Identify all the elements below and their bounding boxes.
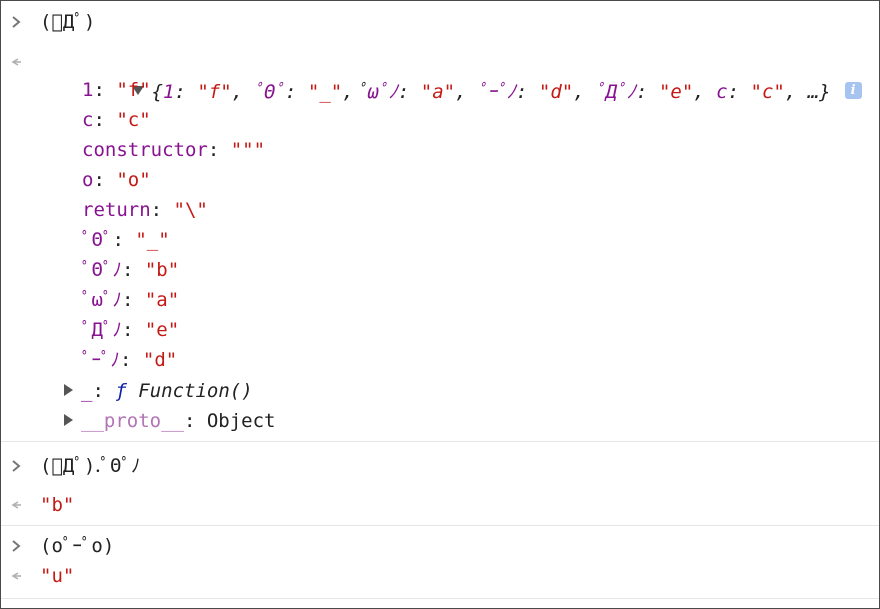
chevron-right-icon xyxy=(8,451,24,481)
return-arrow-icon xyxy=(8,490,24,520)
property-value: """ xyxy=(230,139,266,161)
output-value: "b" xyxy=(40,494,75,516)
expandable-property-row[interactable]: _: ƒ Function() xyxy=(1,376,879,406)
property-row: ﾟΘﾟ: "_" xyxy=(82,229,170,251)
console-entry: (oﾟｰﾟo) "u" xyxy=(1,526,879,599)
property-value: "b" xyxy=(144,259,180,281)
output-line: "b" xyxy=(1,490,879,520)
property-row: c: "c" xyxy=(82,109,151,131)
expandable-property-row[interactable]: __proto__: Object xyxy=(1,406,879,436)
property-value: "f" xyxy=(116,79,151,101)
expand-triangle-right-icon[interactable] xyxy=(64,383,73,396)
property-key: _ xyxy=(81,380,93,402)
input-line: (ﾟДﾟ).ﾟΘﾟﾉ xyxy=(1,451,879,481)
console-entry: (ﾟДﾟ) {1: "f", ﾟΘﾟ: "_", ﾟωﾟﾉ: "a", ﾟｰﾟﾉ… xyxy=(1,1,879,442)
property-row: ﾟΘﾟﾉ: "b" xyxy=(82,259,180,281)
property-row: return: "\" xyxy=(82,199,208,221)
proto-key: __proto__ xyxy=(81,410,184,432)
property-value: "c" xyxy=(116,109,151,131)
property-value: "a" xyxy=(144,289,180,311)
property-row: ﾟωﾟﾉ: "a" xyxy=(82,289,180,311)
return-arrow-icon xyxy=(8,561,24,591)
property-value: "o" xyxy=(116,169,151,191)
property-key: ﾟΘﾟ xyxy=(82,229,113,251)
expand-triangle-right-icon[interactable] xyxy=(64,413,73,426)
return-arrow-icon xyxy=(8,47,24,77)
property-row: o: "o" xyxy=(82,169,151,191)
property-value: "d" xyxy=(142,349,178,371)
input-code[interactable]: (ﾟДﾟ) xyxy=(40,7,95,37)
property-key: ﾟωﾟﾉ xyxy=(82,289,122,311)
output-value: "u" xyxy=(40,565,75,587)
property-key: c xyxy=(82,109,94,131)
property-key: 1 xyxy=(82,79,94,101)
input-code[interactable]: (ﾟДﾟ).ﾟΘﾟﾉ xyxy=(40,451,140,481)
property-value: "\" xyxy=(173,199,208,221)
property-value: "_" xyxy=(135,229,170,251)
property-key: ﾟΘﾟﾉ xyxy=(82,259,122,281)
property-row: constructor: """ xyxy=(82,139,266,161)
property-value: Function() xyxy=(138,380,253,402)
property-key: o xyxy=(82,169,94,191)
property-value: Object xyxy=(206,410,276,432)
input-line: (oﾟｰﾟo) xyxy=(1,531,879,561)
property-row: ﾟДﾟﾉ: "e" xyxy=(82,319,180,341)
property-key: return xyxy=(82,199,151,221)
chevron-right-icon xyxy=(8,531,24,561)
property-key: ﾟДﾟﾉ xyxy=(82,319,122,341)
devtools-console: (ﾟДﾟ) {1: "f", ﾟΘﾟ: "_", ﾟωﾟﾉ: "a", ﾟｰﾟﾉ… xyxy=(0,0,880,609)
property-key: ﾟｰﾟﾉ xyxy=(82,349,121,371)
property-key: constructor xyxy=(82,139,208,161)
input-code[interactable]: (oﾟｰﾟo) xyxy=(40,531,114,561)
chevron-right-icon xyxy=(8,7,24,37)
output-summary-line: {1: "f", ﾟΘﾟ: "_", ﾟωﾟﾉ: "a", ﾟｰﾟﾉ: "d",… xyxy=(1,47,879,103)
property-row: ﾟｰﾟﾉ: "d" xyxy=(82,349,178,371)
property-row: 1: "f" xyxy=(82,79,151,101)
console-entry: (ﾟДﾟ).ﾟΘﾟﾉ "b" xyxy=(1,442,879,526)
output-line: "u" xyxy=(1,561,879,591)
property-value: "e" xyxy=(144,319,180,341)
input-line: (ﾟДﾟ) xyxy=(1,7,879,37)
function-keyword: ƒ xyxy=(115,380,127,402)
